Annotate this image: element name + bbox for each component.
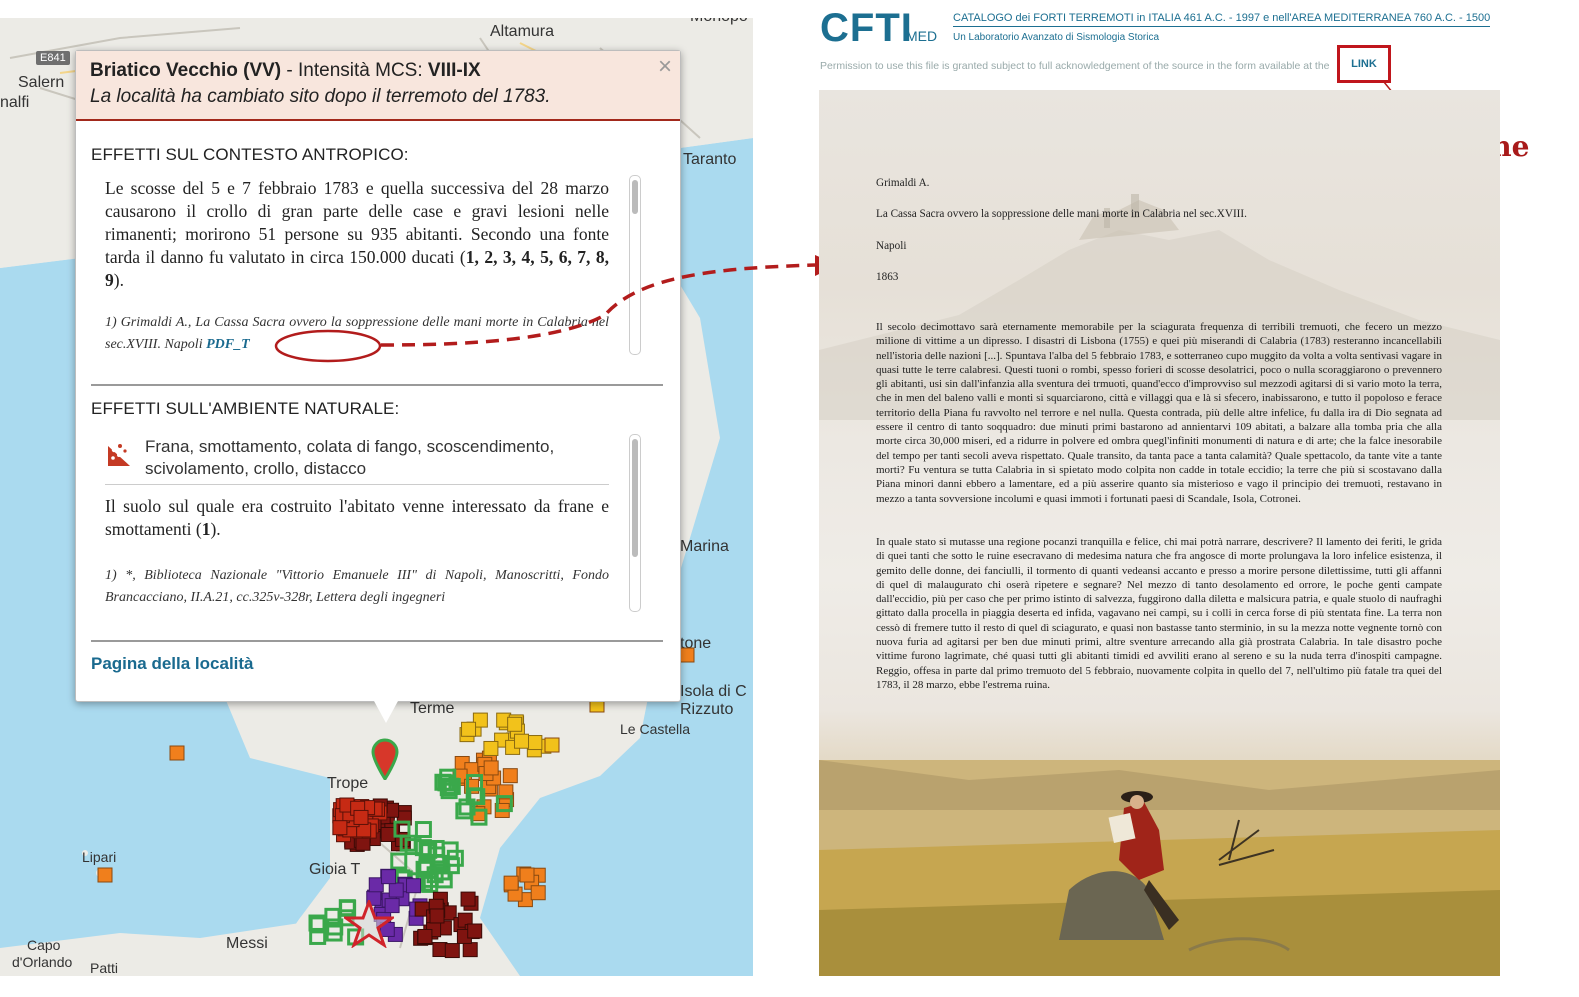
document-background-art [819, 194, 1500, 976]
dashed-arrow [380, 263, 816, 347]
cfti-logo-text: CFTI [820, 6, 913, 50]
permission-notice: Permission to use this file is granted s… [820, 60, 1330, 72]
catalog-title: CATALOGO dei FORTI TERREMOTI in ITALIA 4… [953, 12, 1491, 27]
document-city: Napoli [876, 240, 907, 252]
document-author: Grimaldi A. [876, 177, 930, 189]
document-paragraph-1: Il secolo decimottavo sarà eternamente m… [876, 321, 1442, 505]
source-link[interactable]: LINK [1337, 45, 1391, 83]
cfti-logo-suffix: MED [906, 28, 938, 44]
pdf-link-highlight [274, 329, 382, 363]
document-paragraph-2: In quale stato si mutasse una regione po… [876, 536, 1442, 691]
lab-subtitle: Un Laboratorio Avanzato di Sismologia St… [953, 32, 1160, 43]
document-year: 1863 [876, 271, 899, 283]
document-page: Grimaldi A. La Cassa Sacra ovvero la sop… [819, 90, 1500, 976]
document-title: La Cassa Sacra ovvero la soppressione de… [876, 208, 1247, 220]
